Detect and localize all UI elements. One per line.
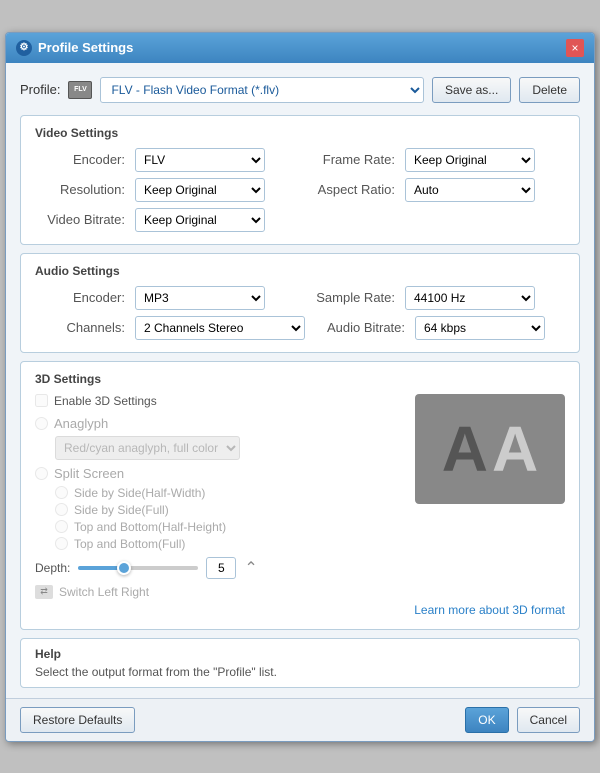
depth-spinner[interactable]: ⌃	[244, 558, 257, 578]
sample-rate-select[interactable]: 44100 Hz	[405, 286, 535, 310]
help-title: Help	[35, 647, 565, 661]
audio-encoder-label: Encoder:	[35, 290, 125, 305]
threed-settings-left: Enable 3D Settings Anaglyph Red/cyan ana…	[35, 394, 405, 599]
aspect-ratio-select[interactable]: Auto	[405, 178, 535, 202]
anaglyph-row: Anaglyph	[35, 416, 405, 431]
audio-row1: Encoder: MP3 Sample Rate: 44100 Hz	[35, 286, 565, 310]
audio-encoder-field: Encoder: MP3	[35, 286, 295, 310]
audio-settings-section: Audio Settings Encoder: MP3 Sample Rate:…	[20, 253, 580, 353]
cancel-button[interactable]: Cancel	[517, 707, 580, 733]
bottom-row-3d: Learn more about 3D format	[35, 603, 565, 617]
sample-rate-field: Sample Rate: 44100 Hz	[305, 286, 565, 310]
video-bitrate-select[interactable]: Keep Original	[135, 208, 265, 232]
enable-3d-checkbox[interactable]	[35, 394, 48, 407]
depth-value: 5	[206, 557, 236, 579]
threed-settings-section: 3D Settings Enable 3D Settings Anaglyph	[20, 361, 580, 630]
encoder-select[interactable]: FLV	[135, 148, 265, 172]
depth-label: Depth:	[35, 561, 70, 575]
anaglyph-label: Anaglyph	[54, 416, 108, 431]
flv-icon: FLV	[68, 81, 92, 99]
footer-right: OK Cancel	[465, 707, 580, 733]
enable-3d-label: Enable 3D Settings	[54, 394, 157, 408]
frame-rate-select[interactable]: Keep Original	[405, 148, 535, 172]
audio-bitrate-select[interactable]: 64 kbps	[415, 316, 545, 340]
enable-3d-row: Enable 3D Settings	[35, 394, 405, 408]
anaglyph-select[interactable]: Red/cyan anaglyph, full color	[55, 436, 240, 460]
preview-box: A A	[415, 394, 565, 504]
side-by-side-half-item: Side by Side(Half-Width)	[55, 486, 405, 500]
top-bottom-full-item: Top and Bottom(Full)	[55, 537, 405, 551]
channels-select[interactable]: 2 Channels Stereo	[135, 316, 305, 340]
side-by-side-full-label: Side by Side(Full)	[74, 503, 169, 517]
side-by-side-full-radio[interactable]	[55, 503, 68, 516]
aspect-ratio-label: Aspect Ratio:	[305, 182, 395, 197]
anaglyph-radio[interactable]	[35, 417, 48, 430]
channels-field: Channels: 2 Channels Stereo	[35, 316, 305, 340]
frame-rate-field: Frame Rate: Keep Original	[305, 148, 565, 172]
channels-label: Channels:	[35, 320, 125, 335]
switch-left-right-label: Switch Left Right	[59, 585, 149, 599]
top-bottom-half-radio[interactable]	[55, 520, 68, 533]
video-bitrate-label: Video Bitrate:	[35, 212, 125, 227]
side-by-side-full-item: Side by Side(Full)	[55, 503, 405, 517]
help-text: Select the output format from the "Profi…	[35, 665, 565, 679]
top-bottom-half-item: Top and Bottom(Half-Height)	[55, 520, 405, 534]
audio-settings-title: Audio Settings	[35, 264, 565, 278]
encoder-label: Encoder:	[35, 152, 125, 167]
depth-slider-thumb	[117, 561, 131, 575]
switch-left-right-row: ⇄ Switch Left Right	[35, 585, 405, 599]
title-bar-left: ⚙ Profile Settings	[16, 40, 133, 56]
audio-bitrate-field: Audio Bitrate: 64 kbps	[315, 316, 565, 340]
video-row1: Encoder: FLV Frame Rate: Keep Original	[35, 148, 565, 172]
encoder-field: Encoder: FLV	[35, 148, 295, 172]
restore-defaults-button[interactable]: Restore Defaults	[20, 707, 135, 733]
top-bottom-full-radio[interactable]	[55, 537, 68, 550]
threed-settings-title: 3D Settings	[35, 372, 565, 386]
main-content: Profile: FLV FLV - Flash Video Format (*…	[6, 63, 594, 698]
top-bottom-full-label: Top and Bottom(Full)	[74, 537, 185, 551]
audio-row2: Channels: 2 Channels Stereo Audio Bitrat…	[35, 316, 565, 340]
split-screen-radio[interactable]	[35, 467, 48, 480]
side-by-side-half-radio[interactable]	[55, 486, 68, 499]
profile-label: Profile:	[20, 82, 60, 97]
depth-row: Depth: 5 ⌃	[35, 557, 405, 579]
audio-bitrate-label: Audio Bitrate:	[315, 320, 405, 335]
preview-a-left: A	[442, 417, 488, 481]
profile-settings-window: ⚙ Profile Settings × Profile: FLV FLV - …	[5, 32, 595, 742]
switch-icon: ⇄	[35, 585, 53, 599]
video-settings-section: Video Settings Encoder: FLV Frame Rate: …	[20, 115, 580, 245]
split-screen-label: Split Screen	[54, 466, 124, 481]
learn-more-link[interactable]: Learn more about 3D format	[414, 603, 565, 617]
resolution-select[interactable]: Keep Original	[135, 178, 265, 202]
video-settings-title: Video Settings	[35, 126, 565, 140]
video-bitrate-row: Video Bitrate: Keep Original	[35, 208, 565, 232]
split-screen-options: Side by Side(Half-Width) Side by Side(Fu…	[55, 486, 405, 551]
profile-select[interactable]: FLV - Flash Video Format (*.flv)	[100, 77, 423, 103]
video-row2: Resolution: Keep Original Aspect Ratio: …	[35, 178, 565, 202]
window-title: Profile Settings	[38, 40, 133, 55]
depth-slider[interactable]	[78, 566, 198, 570]
save-as-button[interactable]: Save as...	[432, 77, 511, 103]
preview-aa: A A	[442, 417, 538, 481]
sample-rate-label: Sample Rate:	[305, 290, 395, 305]
top-bottom-half-label: Top and Bottom(Half-Height)	[74, 520, 226, 534]
footer: Restore Defaults OK Cancel	[6, 698, 594, 741]
help-section: Help Select the output format from the "…	[20, 638, 580, 688]
split-screen-row: Split Screen	[35, 466, 405, 481]
delete-button[interactable]: Delete	[519, 77, 580, 103]
aspect-ratio-field: Aspect Ratio: Auto	[305, 178, 565, 202]
side-by-side-half-label: Side by Side(Half-Width)	[74, 486, 205, 500]
app-icon: ⚙	[16, 40, 32, 56]
audio-encoder-select[interactable]: MP3	[135, 286, 265, 310]
resolution-field: Resolution: Keep Original	[35, 178, 295, 202]
ok-button[interactable]: OK	[465, 707, 508, 733]
profile-row: Profile: FLV FLV - Flash Video Format (*…	[20, 73, 580, 107]
frame-rate-label: Frame Rate:	[305, 152, 395, 167]
resolution-label: Resolution:	[35, 182, 125, 197]
title-bar: ⚙ Profile Settings ×	[6, 33, 594, 63]
preview-a-right: A	[492, 417, 538, 481]
close-button[interactable]: ×	[566, 39, 584, 57]
threed-content: Enable 3D Settings Anaglyph Red/cyan ana…	[35, 394, 565, 599]
